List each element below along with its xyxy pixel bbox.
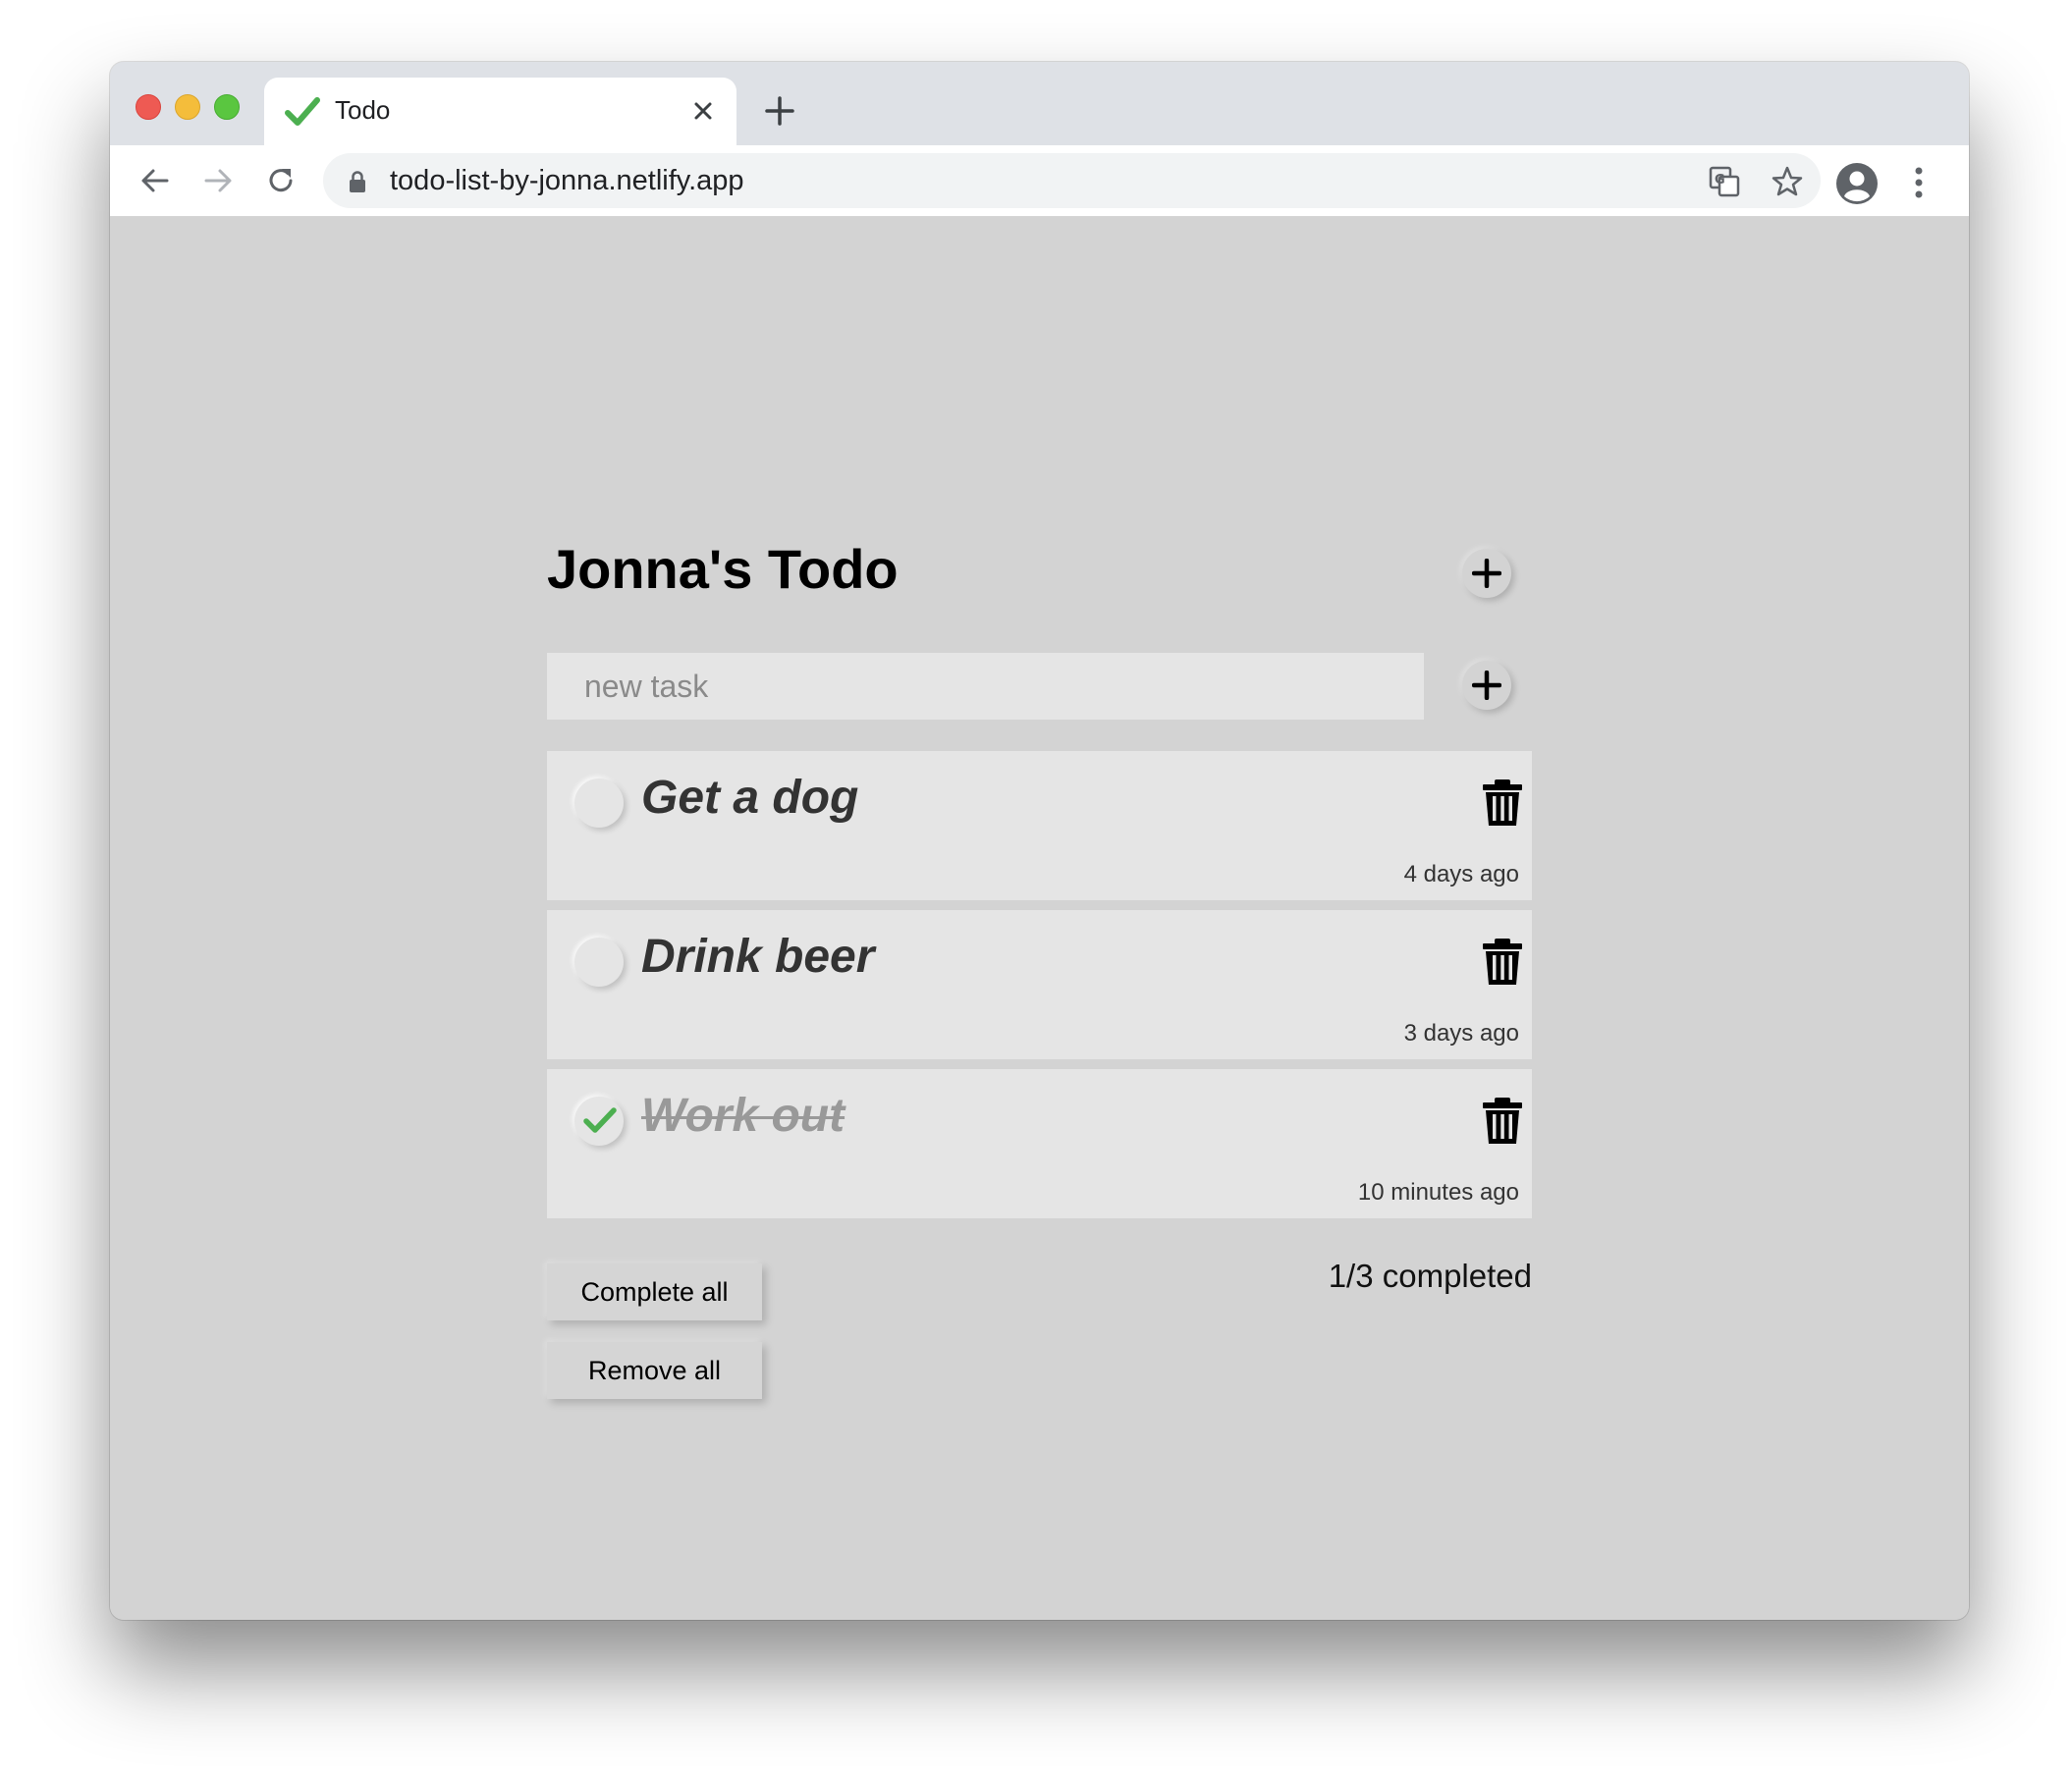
plus-icon bbox=[1472, 671, 1501, 700]
complete-toggle[interactable] bbox=[574, 779, 624, 828]
bookmark-star-icon[interactable] bbox=[1771, 165, 1804, 198]
complete-all-button[interactable]: Complete all bbox=[547, 1263, 762, 1320]
minimize-window-button[interactable] bbox=[175, 94, 200, 120]
todo-item: Get a dog 4 days ago bbox=[547, 751, 1532, 900]
translate-icon[interactable]: G bbox=[1708, 165, 1741, 198]
maximize-window-button[interactable] bbox=[214, 94, 240, 120]
back-arrow-icon[interactable] bbox=[137, 163, 173, 198]
profile-avatar-icon[interactable] bbox=[1835, 162, 1879, 205]
todo-timestamp: 10 minutes ago bbox=[1357, 1179, 1519, 1206]
reload-icon[interactable] bbox=[263, 163, 299, 198]
trash-icon[interactable] bbox=[1482, 779, 1523, 828]
todo-list: Get a dog 4 days ago Drink beer 3 days a… bbox=[547, 751, 1532, 1228]
complete-toggle[interactable] bbox=[574, 938, 624, 987]
tab-todo[interactable]: Todo bbox=[264, 78, 736, 145]
todo-item: Work out 10 minutes ago bbox=[547, 1069, 1532, 1218]
trash-icon[interactable] bbox=[1482, 938, 1523, 987]
todo-timestamp: 3 days ago bbox=[1403, 1020, 1519, 1047]
todo-text: Drink beer bbox=[641, 931, 875, 983]
todo-text: Work out bbox=[641, 1090, 845, 1142]
plus-icon bbox=[1472, 559, 1501, 588]
forward-arrow-icon[interactable] bbox=[200, 163, 236, 198]
svg-text:G: G bbox=[1715, 173, 1725, 188]
checkmark-icon bbox=[583, 1107, 617, 1133]
tab-bar: Todo bbox=[110, 62, 1969, 145]
address-bar[interactable]: todo-list-by-jonna.netlify.app G bbox=[323, 153, 1821, 208]
page-content: Jonna's Todo Get a dog bbox=[110, 217, 1969, 1620]
url-text: todo-list-by-jonna.netlify.app bbox=[390, 165, 744, 196]
more-menu-icon[interactable] bbox=[1913, 165, 1925, 200]
remove-all-button[interactable]: Remove all bbox=[547, 1342, 762, 1399]
todo-item: Drink beer 3 days ago bbox=[547, 910, 1532, 1059]
completed-count: 1/3 completed bbox=[1328, 1258, 1532, 1294]
trash-icon[interactable] bbox=[1482, 1097, 1523, 1146]
todo-text: Get a dog bbox=[641, 772, 859, 824]
close-window-button[interactable] bbox=[136, 94, 161, 120]
app-title: Jonna's Todo bbox=[547, 538, 899, 600]
tab-title: Todo bbox=[335, 95, 391, 125]
todo-timestamp: 4 days ago bbox=[1403, 861, 1519, 887]
add-task-button[interactable] bbox=[1462, 661, 1511, 710]
lock-icon bbox=[350, 171, 365, 192]
close-icon[interactable] bbox=[689, 97, 717, 125]
new-task-input[interactable] bbox=[547, 653, 1424, 720]
browser-window: Todo todo-list-by-jonna.netlify.app G Jo… bbox=[110, 62, 1969, 1620]
open-add-task-button[interactable] bbox=[1462, 549, 1511, 598]
new-tab-icon[interactable] bbox=[762, 93, 797, 129]
checkmark-icon bbox=[285, 97, 320, 126]
browser-toolbar: todo-list-by-jonna.netlify.app G bbox=[110, 145, 1969, 217]
complete-toggle[interactable] bbox=[574, 1097, 624, 1146]
